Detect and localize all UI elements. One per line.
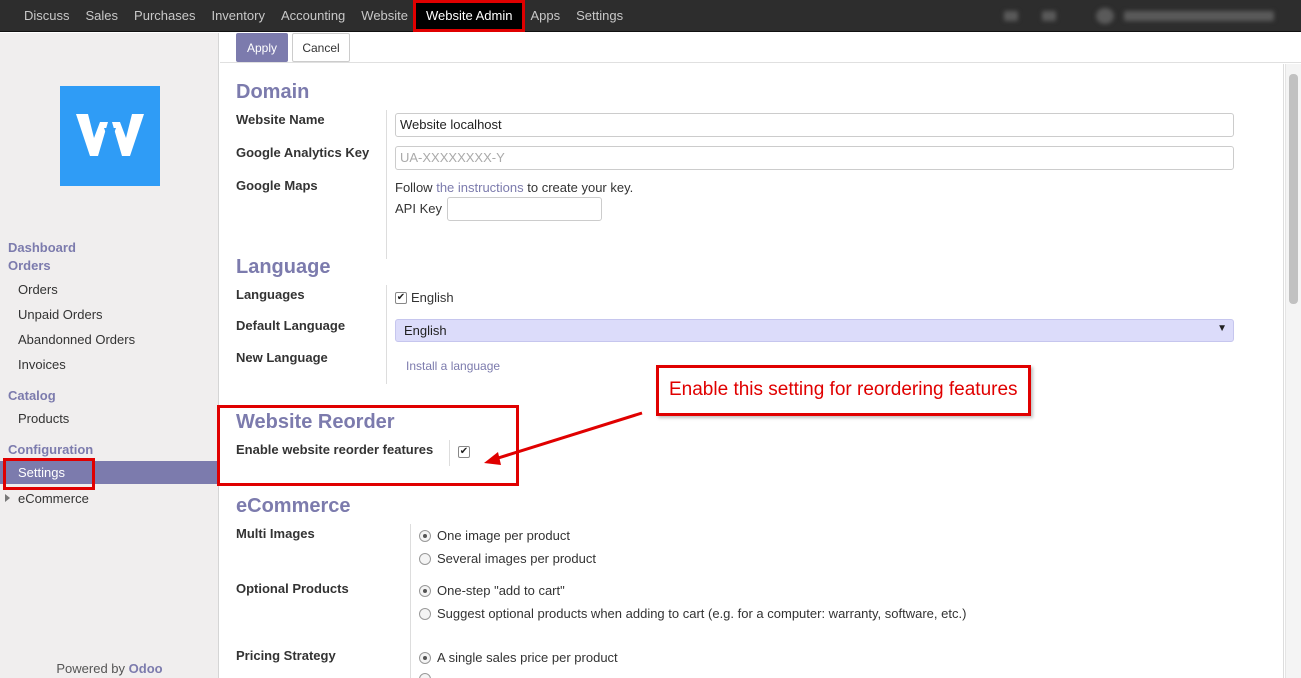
maps-text-before: Follow <box>395 180 433 195</box>
caret-right-icon[interactable] <box>5 494 10 502</box>
radio-one-step-cart[interactable] <box>419 585 431 597</box>
website-name-input[interactable]: Website localhost <box>395 113 1234 137</box>
powered-prefix: Powered by <box>56 661 126 676</box>
divider <box>386 285 387 384</box>
reorder-highlight-box <box>217 405 519 486</box>
sidebar-item-invoices[interactable]: Invoices <box>18 357 66 372</box>
sidebar-header-catalog: Catalog <box>8 388 56 403</box>
chat-icon[interactable] <box>1042 11 1056 21</box>
api-key-label: API Key <box>395 201 442 216</box>
google-maps-label: Google Maps <box>236 178 318 193</box>
settings-highlight-box <box>3 458 95 490</box>
ga-key-label: Google Analytics Key <box>236 145 370 160</box>
sidebar-item-products[interactable]: Products <box>18 411 69 426</box>
menu-website[interactable]: Website <box>353 0 410 32</box>
apply-button[interactable]: Apply <box>236 33 288 62</box>
instructions-link[interactable]: the instructions <box>436 180 523 195</box>
sidebar-item-orders[interactable]: Orders <box>18 282 58 297</box>
main-content: Apply Cancel Domain Website Name Google … <box>217 33 1301 678</box>
sidebar-header-orders: Orders <box>8 258 51 273</box>
sidebar-dashboard[interactable]: Dashboard <box>8 240 76 255</box>
option-one-image: One image per product <box>437 528 570 543</box>
menu-purchases[interactable]: Purchases <box>126 0 203 32</box>
maps-instructions: Follow the instructions to create your k… <box>395 180 633 195</box>
odoo-link[interactable]: Odoo <box>129 661 163 676</box>
user-menu-blurred[interactable] <box>996 4 1301 28</box>
multi-images-label: Multi Images <box>236 526 315 541</box>
option-suggest-optional: Suggest optional products when adding to… <box>437 606 967 621</box>
api-key-input[interactable] <box>447 197 602 221</box>
scrollbar-thumb[interactable] <box>1289 74 1298 304</box>
maps-text-after: to create your key. <box>527 180 634 195</box>
option-single-price: A single sales price per product <box>437 650 618 665</box>
menu-apps[interactable]: Apps <box>528 0 568 32</box>
sidebar-item-unpaid-orders[interactable]: Unpaid Orders <box>18 307 103 322</box>
top-navbar: Discuss Sales Purchases Inventory Accoun… <box>0 0 1301 32</box>
main-menu: Discuss Sales Purchases Inventory Accoun… <box>16 0 631 32</box>
powered-by: Powered by Odoo <box>0 661 219 676</box>
section-title-ecommerce: eCommerce <box>236 495 351 517</box>
option-several-images: Several images per product <box>437 551 596 566</box>
menu-settings[interactable]: Settings <box>568 0 631 32</box>
vertical-scrollbar[interactable] <box>1285 64 1301 678</box>
radio-partial[interactable] <box>419 673 431 678</box>
ga-key-input[interactable]: UA-XXXXXXXX-Y <box>395 146 1234 170</box>
english-checkbox[interactable]: ✔ <box>395 292 407 304</box>
menu-accounting[interactable]: Accounting <box>273 0 353 32</box>
menu-inventory[interactable]: Inventory <box>203 0 272 32</box>
website-w-logo-icon <box>60 86 160 186</box>
control-panel: Apply Cancel <box>220 33 1301 63</box>
menu-discuss[interactable]: Discuss <box>16 0 78 32</box>
avatar[interactable] <box>1096 8 1114 24</box>
languages-label: Languages <box>236 287 305 302</box>
notification-icon[interactable] <box>1004 11 1018 21</box>
pricing-strategy-label: Pricing Strategy <box>236 648 336 663</box>
sidebar-header-configuration: Configuration <box>8 442 94 457</box>
default-language-value: English <box>404 323 447 338</box>
radio-one-image[interactable] <box>419 530 431 542</box>
annotation-callout: Enable this setting for reordering featu… <box>656 365 1031 416</box>
optional-products-label: Optional Products <box>236 581 349 596</box>
default-language-label: Default Language <box>236 318 346 333</box>
user-name[interactable] <box>1124 11 1274 21</box>
english-label: English <box>411 290 454 305</box>
section-title-domain: Domain <box>236 81 310 103</box>
option-one-step-cart: One-step "add to cart" <box>437 583 565 598</box>
divider <box>410 524 411 678</box>
sidebar: Dashboard Orders Orders Unpaid Orders Ab… <box>0 33 219 678</box>
menu-website-admin[interactable]: Website Admin <box>413 0 526 32</box>
sidebar-item-ecommerce[interactable]: eCommerce <box>18 491 89 506</box>
radio-several-images[interactable] <box>419 553 431 565</box>
website-name-label: Website Name <box>236 112 325 127</box>
install-language-link[interactable]: Install a language <box>406 359 500 373</box>
sidebar-item-abandonned-orders[interactable]: Abandonned Orders <box>18 332 135 347</box>
section-title-language: Language <box>236 256 331 278</box>
radio-single-price[interactable] <box>419 652 431 664</box>
radio-suggest-optional[interactable] <box>419 608 431 620</box>
default-language-select[interactable]: English ▼ <box>395 319 1234 342</box>
new-language-label: New Language <box>236 350 328 365</box>
cancel-button[interactable]: Cancel <box>292 33 350 62</box>
menu-sales[interactable]: Sales <box>78 0 127 32</box>
divider <box>386 110 387 259</box>
caret-down-icon: ▼ <box>1217 323 1227 334</box>
